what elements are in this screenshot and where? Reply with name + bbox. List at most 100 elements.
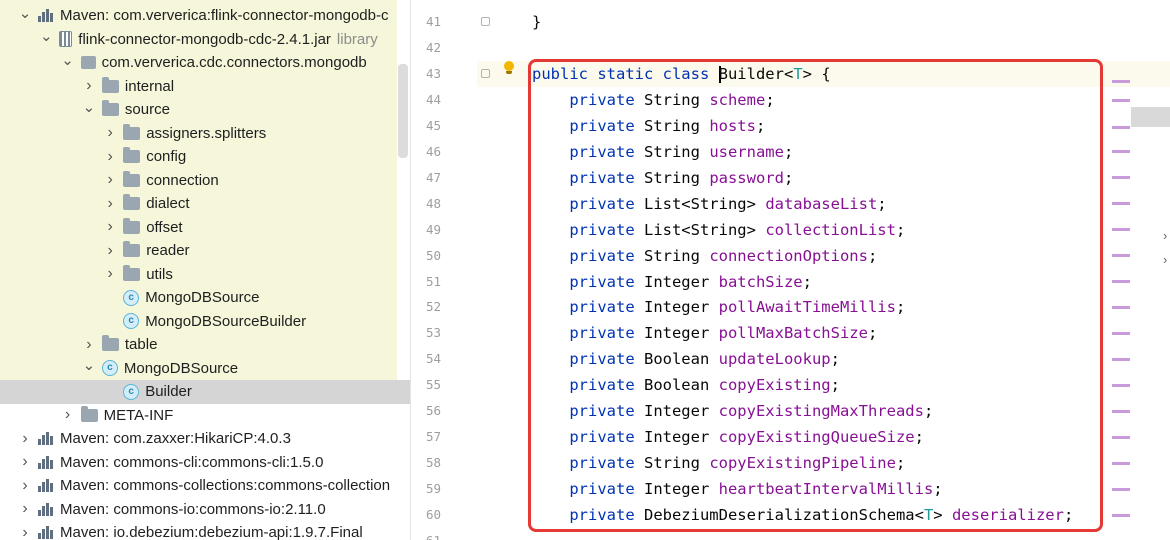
tree-item[interactable]: › utils xyxy=(103,263,173,287)
error-stripe-mark[interactable] xyxy=(1112,514,1130,517)
chevron-right-icon[interactable]: › xyxy=(18,500,32,518)
tree-item-label: assigners.splitters xyxy=(146,124,267,142)
lightbulb-icon[interactable] xyxy=(503,61,515,75)
line-number: 59 xyxy=(425,481,441,497)
class-icon: c xyxy=(101,360,118,377)
tree-item[interactable]: › connection xyxy=(103,169,219,193)
tree-item[interactable]: › Maven: commons-io:commons-io:2.11.0 xyxy=(18,498,325,522)
chevron-right-icon[interactable]: › xyxy=(103,124,117,142)
chevron-right-icon[interactable]: › xyxy=(18,430,32,448)
tree-item[interactable]: ⌄ c MongoDBSource xyxy=(82,356,239,381)
error-stripe-mark[interactable] xyxy=(1112,80,1130,83)
error-stripe-mark[interactable] xyxy=(1112,488,1130,491)
line-number: 54 xyxy=(425,351,441,367)
error-stripe-mark[interactable] xyxy=(1112,126,1130,129)
error-stripe-mark[interactable] xyxy=(1112,280,1130,283)
tree-item[interactable]: › reader xyxy=(103,239,190,263)
error-stripe-mark[interactable] xyxy=(1112,306,1130,309)
tree-item[interactable]: ⌄ flink-connector-mongodb-cdc-2.4.1.jar li… xyxy=(39,27,378,52)
library-icon xyxy=(38,432,54,446)
line-number: 50 xyxy=(425,247,441,263)
tree-item[interactable]: › META-INF xyxy=(61,404,173,428)
chevron-right-icon[interactable]: › xyxy=(103,195,117,213)
tree-item[interactable]: › table xyxy=(82,333,157,357)
tree-item[interactable]: › Maven: com.zaxxer:HikariCP:4.0.3 xyxy=(18,427,291,451)
tree-item[interactable]: › Maven: io.debezium:debezium-api:1.9.7.F… xyxy=(18,521,363,540)
tree-item[interactable]: ⌄ source xyxy=(82,98,170,122)
tree-item[interactable]: › internal xyxy=(82,75,174,99)
tree-item-label: dialect xyxy=(146,195,190,213)
chevron-down-icon[interactable]: ⌄ xyxy=(18,4,32,22)
chevron-right-icon[interactable]: › xyxy=(18,524,32,540)
tree-item[interactable]: ⌄ com.ververica.cdc.connectors.mongodb xyxy=(61,51,366,75)
tree-scrollbar[interactable] xyxy=(398,64,408,158)
tree-item[interactable]: ›cMongoDBSource xyxy=(103,286,259,310)
tree-item-label: MongoDBSource xyxy=(145,289,260,307)
error-stripe-mark[interactable] xyxy=(1112,150,1130,153)
error-stripe-mark[interactable] xyxy=(1112,332,1130,335)
chevron-right-icon[interactable]: › xyxy=(1163,252,1167,267)
error-stripe-mark[interactable] xyxy=(1112,176,1130,179)
tree-item-label: Maven: io.debezium:debezium-api:1.9.7.Fi… xyxy=(60,524,363,540)
line-number: 46 xyxy=(425,143,441,159)
chevron-right-icon[interactable]: › xyxy=(103,148,117,166)
chevron-right-icon[interactable]: › xyxy=(103,171,117,189)
fold-marker-icon[interactable] xyxy=(481,17,490,26)
folder-icon xyxy=(123,217,141,234)
chevron-right-icon[interactable]: › xyxy=(18,477,32,495)
error-stripe-mark[interactable] xyxy=(1112,462,1130,465)
chevron-right-icon[interactable]: › xyxy=(82,336,96,354)
chevron-right-icon[interactable]: › xyxy=(61,406,75,424)
code-token: } xyxy=(532,13,542,31)
error-stripe-mark[interactable] xyxy=(1112,384,1130,387)
chevron-right-icon[interactable]: › xyxy=(82,77,96,95)
chevron-right-icon[interactable]: › xyxy=(18,453,32,471)
chevron-right-icon[interactable]: › xyxy=(103,265,117,283)
line-number: 48 xyxy=(425,195,441,211)
chevron-right-icon[interactable]: › xyxy=(103,242,117,260)
error-stripe-mark[interactable] xyxy=(1112,228,1130,231)
tree-item[interactable]: › assigners.splitters xyxy=(103,122,266,146)
folder-icon xyxy=(101,100,119,117)
line-number: 45 xyxy=(425,117,441,133)
error-stripe-mark[interactable] xyxy=(1112,410,1130,413)
tree-item-label: flink-connector-mongodb-cdc-2.4.1.jar xyxy=(78,30,331,48)
line-number: 55 xyxy=(425,377,441,393)
chevron-down-icon[interactable]: ⌄ xyxy=(39,27,53,45)
chevron-right-icon[interactable]: › xyxy=(103,218,117,236)
error-stripe-mark[interactable] xyxy=(1112,436,1130,439)
tree-item-label: Maven: commons-collections:commons-colle… xyxy=(60,477,391,495)
line-number: 53 xyxy=(425,325,441,341)
chevron-down-icon[interactable]: ⌄ xyxy=(61,51,75,69)
tree-item[interactable]: › offset xyxy=(103,216,183,240)
code-line[interactable]: } xyxy=(532,9,541,35)
tree-item-label: MongoDBSourceBuilder xyxy=(145,312,307,330)
tree-item[interactable]: ⌄ Maven: com.ververica:flink-connector-mo… xyxy=(18,4,389,28)
tree-item[interactable]: › config xyxy=(103,145,186,169)
code-editor[interactable]: 41 42 43 44 45 46 47 48 49 50 51 52 53 54 55 56 57 58 59 60… xyxy=(411,0,1170,540)
fold-marker-icon[interactable] xyxy=(481,69,490,78)
highlight-box xyxy=(528,59,1103,532)
tree-item[interactable]: › Maven: commons-collections:commons-coll… xyxy=(18,474,390,498)
chevron-down-icon[interactable]: ⌄ xyxy=(82,356,96,374)
folder-icon xyxy=(123,170,141,187)
tree-item-label: config xyxy=(146,148,187,166)
folder-icon xyxy=(101,335,119,352)
error-stripe-mark[interactable] xyxy=(1112,202,1130,205)
chevron-down-icon[interactable]: ⌄ xyxy=(82,98,96,116)
editor-scrollbar[interactable] xyxy=(1131,107,1170,127)
chevron-right-icon[interactable]: › xyxy=(1163,228,1167,243)
tree-item[interactable]: › dialect xyxy=(103,192,190,216)
error-stripe-mark[interactable] xyxy=(1112,99,1130,102)
error-stripe-mark[interactable] xyxy=(1112,254,1130,257)
tree-item[interactable]: › Maven: commons-cli:commons-cli:1.5.0 xyxy=(18,451,323,475)
tree-item-label: MongoDBSource xyxy=(123,359,239,377)
folder-icon xyxy=(80,405,98,422)
folder-icon xyxy=(123,264,141,281)
error-stripe-mark[interactable] xyxy=(1112,358,1130,361)
tree-item[interactable]: ›cMongoDBSourceBuilder xyxy=(103,310,306,334)
tree-item-label: utils xyxy=(146,265,173,283)
class-icon: c xyxy=(123,383,140,400)
tree-item[interactable]: ›cBuilder xyxy=(103,380,192,404)
package-icon xyxy=(80,56,96,70)
